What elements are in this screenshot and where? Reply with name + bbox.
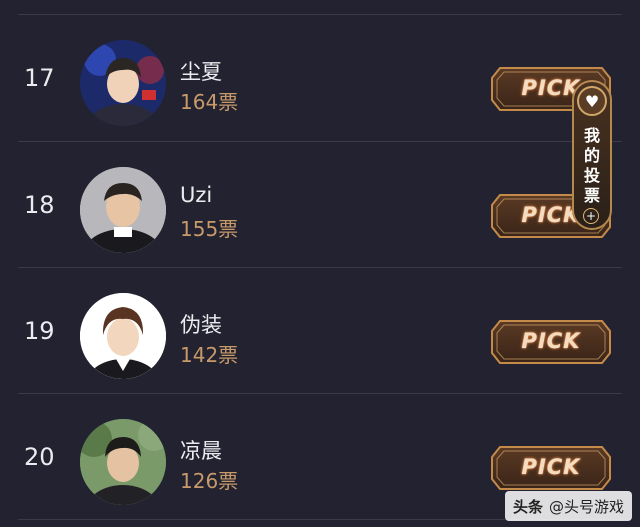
heart-icon: ♥ (577, 86, 607, 116)
rank-number: 20 (24, 443, 55, 471)
pick-label: PICK (521, 455, 581, 479)
watermark-brand: 头条 (512, 497, 543, 516)
row-divider (18, 393, 622, 394)
row-divider (18, 141, 622, 142)
list-item: 18 Uzi 155票 PICK (0, 145, 640, 271)
row-divider (18, 14, 622, 15)
plus-icon: + (583, 208, 599, 224)
rank-number: 19 (24, 317, 55, 345)
my-votes-widget[interactable]: ♥ 我的投票 + (572, 80, 612, 230)
watermark: 头条 @头号游戏 (504, 491, 632, 521)
avatar[interactable] (80, 40, 166, 126)
rank-number: 17 (24, 64, 55, 92)
watermark-account: @头号游戏 (548, 497, 624, 516)
ranking-list: 17 尘夏 164票 PICK 18 Uzi 155票 PICK 19 伪装 1… (0, 0, 640, 527)
pick-label: PICK (521, 329, 581, 353)
my-votes-label: 我的投票 (583, 126, 600, 205)
list-item: 17 尘夏 164票 PICK (0, 18, 640, 144)
player-name: 尘夏 (180, 60, 222, 84)
vote-count: 142票 (180, 343, 239, 367)
rank-number: 18 (24, 191, 55, 219)
player-name: 凉晨 (180, 439, 222, 463)
vote-count: 126票 (180, 469, 239, 493)
avatar[interactable] (80, 167, 166, 253)
vote-count: 164票 (180, 90, 239, 114)
avatar[interactable] (80, 293, 166, 379)
avatar[interactable] (80, 419, 166, 505)
vote-count: 155票 (180, 217, 239, 241)
pick-button[interactable]: PICK (490, 445, 612, 491)
row-divider (18, 267, 622, 268)
player-name: Uzi (180, 183, 213, 207)
pick-button[interactable]: PICK (490, 319, 612, 365)
player-name: 伪装 (180, 313, 222, 337)
list-item: 19 伪装 142票 PICK (0, 271, 640, 397)
